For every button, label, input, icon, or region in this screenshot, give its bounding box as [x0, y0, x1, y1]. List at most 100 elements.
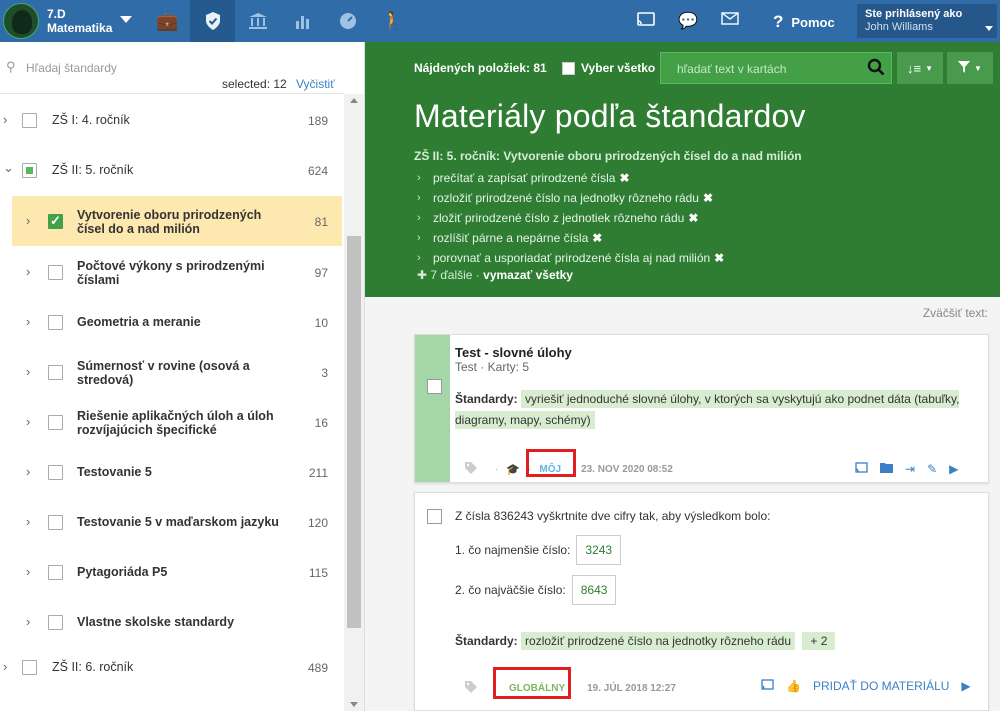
item-checkbox[interactable]: [48, 365, 63, 380]
chevron-right-icon[interactable]: ›: [26, 364, 30, 379]
briefcase-icon[interactable]: 💼: [145, 0, 190, 42]
chevron-right-icon[interactable]: ›: [26, 614, 30, 629]
active-standards-list: › prečítať a zapísať prirodzené čísla ✖ › r…: [417, 168, 724, 268]
filter-button[interactable]: ▼: [947, 52, 993, 84]
walking-people-icon[interactable]: 🚶: [370, 0, 415, 42]
chevron-down-icon[interactable]: ⌄: [3, 160, 14, 176]
card-checkbox[interactable]: [427, 509, 442, 524]
scrollbar-thumb[interactable]: [347, 236, 361, 628]
item-checkbox[interactable]: [48, 615, 63, 630]
class-switcher[interactable]: 7.D Matematika: [0, 0, 145, 42]
active-standard-label: porovnať a usporiadať prirodzené čísla a…: [433, 251, 711, 265]
thumbs-up-icon[interactable]: 👍: [786, 679, 801, 693]
chevron-right-icon[interactable]: ›: [26, 314, 30, 329]
chevron-right-icon[interactable]: ›: [26, 464, 30, 479]
clear-all-link[interactable]: vymazať všetky: [483, 268, 573, 282]
cast-icon[interactable]: [855, 462, 868, 476]
item-checkbox[interactable]: [48, 415, 63, 430]
add-to-material-button[interactable]: PRIDAŤ DO MATERIÁLU: [813, 679, 949, 693]
remove-icon[interactable]: ✖: [714, 251, 724, 265]
item-checkbox[interactable]: [48, 565, 63, 580]
chevron-right-icon[interactable]: ›: [26, 264, 30, 279]
cast-icon[interactable]: [625, 11, 667, 31]
tree-item[interactable]: › ZŠ II: 6. ročník 489: [0, 649, 344, 685]
item-checkbox[interactable]: [48, 315, 63, 330]
gauge-icon[interactable]: [325, 0, 370, 42]
tree-subitem[interactable]: › Riešenie aplikačných úloh a úloh rozví…: [0, 397, 344, 447]
play-icon[interactable]: ▶: [949, 462, 958, 476]
shield-icon[interactable]: [190, 0, 235, 42]
play-icon[interactable]: ▶: [961, 679, 970, 693]
tree-subitem[interactable]: › Geometria a meranie 10: [0, 297, 344, 347]
pencil-icon[interactable]: ✎: [927, 462, 937, 476]
chevron-right-icon[interactable]: ›: [3, 112, 7, 127]
chat-icon[interactable]: 💬: [667, 11, 709, 31]
chevron-right-icon[interactable]: ›: [26, 213, 30, 228]
tree-subitem[interactable]: › Testovanie 5 v maďarskom jazyku 120: [0, 497, 344, 547]
chevron-right-icon[interactable]: ›: [26, 414, 30, 429]
item-checkbox[interactable]: [22, 113, 37, 128]
tree-item-count: 120: [307, 516, 328, 530]
item-checkbox[interactable]: [22, 660, 37, 675]
tree-subitem[interactable]: › Vlastne skolske standardy: [0, 597, 344, 647]
tree-item-count: 489: [307, 661, 328, 675]
tree-subitem[interactable]: › Testovanie 5 211: [0, 447, 344, 497]
tree-subitem[interactable]: › Pytagoriáda P5 115: [0, 547, 344, 597]
scroll-down-arrow-icon[interactable]: [350, 702, 358, 707]
search-icon[interactable]: [867, 58, 885, 81]
card-title[interactable]: Test - slovné úlohy: [455, 345, 572, 360]
select-all-checkbox[interactable]: Vyber všetko: [562, 61, 655, 75]
material-card[interactable]: Test - slovné úlohy Test · Karty: 5 Štan…: [414, 334, 989, 483]
tag-icon[interactable]: [465, 681, 477, 696]
tree-item[interactable]: › ZŠ I: 4. ročník 189: [0, 102, 344, 138]
chevron-right-icon[interactable]: ›: [26, 564, 30, 579]
folder-icon[interactable]: [880, 462, 893, 476]
user-menu[interactable]: Ste prihlásený ako John Williams: [857, 4, 997, 38]
item-checkbox[interactable]: [48, 515, 63, 530]
standard-tag: rozložiť prirodzené číslo na jednotky rô…: [521, 632, 796, 650]
chevron-down-icon[interactable]: [120, 16, 132, 23]
chevron-right-icon[interactable]: ›: [26, 514, 30, 529]
card-checkbox[interactable]: [427, 379, 442, 394]
institution-icon[interactable]: [235, 0, 280, 42]
search-input[interactable]: Hľadaj štandardy: [26, 61, 117, 75]
checkbox-box[interactable]: [562, 61, 575, 75]
tree-subitem[interactable]: › Počtové výkony s prirodzenými číslami …: [0, 247, 344, 297]
remove-icon[interactable]: ✖: [688, 211, 698, 225]
help-button[interactable]: ? Pomoc: [773, 12, 835, 32]
tag-icon[interactable]: [465, 462, 477, 477]
item-checkbox[interactable]: [48, 465, 63, 480]
tree-item[interactable]: ⌄ ZŠ II: 5. ročník 624: [0, 152, 344, 188]
cast-icon[interactable]: [761, 679, 774, 693]
item-checkbox[interactable]: [48, 265, 63, 280]
tree-subitem-selected[interactable]: › Vytvorenie oboru prirodzených čísel do…: [12, 196, 342, 246]
active-standard: › prečítať a zapísať prirodzené čísla ✖: [417, 168, 724, 188]
remove-icon[interactable]: ✖: [619, 171, 629, 185]
card-select-strip[interactable]: [415, 335, 450, 482]
card-date: 19. JÚL 2018 12:27: [587, 683, 676, 694]
clear-selection-link[interactable]: Vyčistiť: [296, 77, 335, 91]
active-standard: › porovnať a usporiadať prirodzené čísla …: [417, 248, 724, 268]
bar-chart-icon[interactable]: [280, 0, 325, 42]
more-standards-badge[interactable]: + 2: [802, 632, 836, 650]
mail-icon[interactable]: [709, 12, 751, 30]
tree-scrollbar[interactable]: [344, 94, 364, 711]
sort-button[interactable]: ↓≡ ▼: [897, 52, 943, 84]
zoom-text-label[interactable]: Zväčšiť text:: [923, 306, 988, 320]
item-checkbox[interactable]: [22, 163, 37, 178]
scroll-up-arrow-icon[interactable]: [350, 98, 358, 103]
material-card[interactable]: Z čísla 836243 vyškrtnite dve cifry tak,…: [414, 492, 989, 711]
remove-icon[interactable]: ✖: [592, 231, 602, 245]
remove-icon[interactable]: ✖: [703, 191, 713, 205]
more-count[interactable]: 7 ďalšie ·: [430, 268, 479, 282]
plus-icon[interactable]: ✚: [417, 268, 427, 282]
standards-search: ⚲ Hľadaj štandardy selected: 12 Vyčistiť: [0, 42, 344, 94]
tree-subitem[interactable]: › Súmernosť v rovine (osová a stredová) …: [0, 347, 344, 397]
chevron-right-icon: ›: [417, 252, 421, 264]
card-search-input[interactable]: hľadať text v kartách: [660, 52, 892, 84]
active-standard: › rozložiť prirodzené číslo na jednotky r…: [417, 188, 724, 208]
sign-in-icon[interactable]: ⇥: [905, 462, 915, 476]
chevron-right-icon[interactable]: ›: [3, 659, 7, 674]
item-checkbox[interactable]: [48, 213, 63, 229]
user-name: John Williams: [865, 21, 933, 33]
